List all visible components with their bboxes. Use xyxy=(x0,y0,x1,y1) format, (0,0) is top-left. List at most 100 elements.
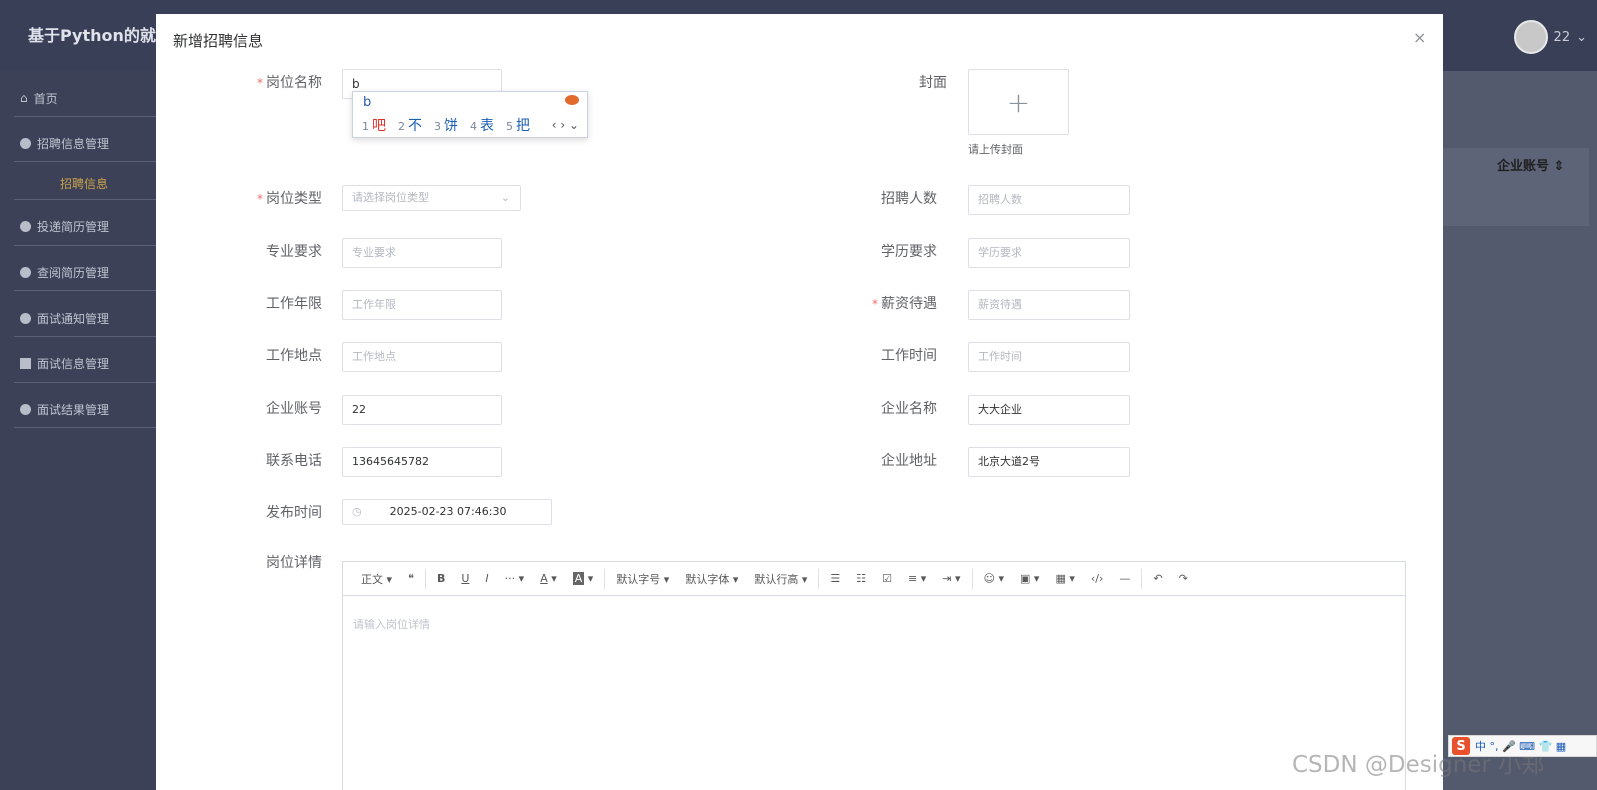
italic-icon[interactable]: I xyxy=(477,572,496,585)
editor-placeholder[interactable]: 请输入岗位详情 xyxy=(353,616,430,632)
bullet-list-icon[interactable]: ☰ xyxy=(822,572,848,585)
ime-candidate[interactable]: 3饼 xyxy=(434,115,458,135)
close-icon[interactable]: × xyxy=(1413,28,1426,47)
ime-page-nav[interactable]: ‹ › ⌄ xyxy=(552,118,579,132)
major-input[interactable]: 专业要求 xyxy=(342,238,502,268)
sidebar-item-interview-info[interactable]: 面试信息管理 xyxy=(20,348,156,378)
ime-candidate-popup: b 1吧 2不 3饼 4表 5把 ‹ › ⌄ xyxy=(352,91,588,138)
underline-icon[interactable]: U xyxy=(453,572,477,585)
clock-icon: ◷ xyxy=(352,505,362,518)
divider xyxy=(14,382,156,383)
company-account-label: 企业账号 xyxy=(266,401,322,417)
headcount-input[interactable]: 招聘人数 xyxy=(968,185,1130,215)
phone-label: 联系电话 xyxy=(266,453,322,469)
ime-status-icons: 中 °, 🎤 ⌨ 👕 ▦ xyxy=(1475,740,1567,753)
paragraph-select[interactable]: 正文 ▾ xyxy=(353,571,400,587)
education-label: 学历要求 xyxy=(881,244,937,260)
company-account-input[interactable]: 22 xyxy=(342,395,502,425)
app-title: 基于Python的就 xyxy=(28,26,156,45)
ime-candidate[interactable]: 4表 xyxy=(470,115,494,135)
cover-label: 封面 xyxy=(919,75,947,91)
salary-label: * 薪资待遇 xyxy=(872,296,937,312)
undo-icon[interactable]: ↶ xyxy=(1145,572,1170,585)
redo-icon[interactable]: ↷ xyxy=(1171,572,1196,585)
divider-icon[interactable]: — xyxy=(1111,572,1138,585)
location-input[interactable]: 工作地点 xyxy=(342,342,502,372)
bg-color-icon[interactable]: A ▾ xyxy=(565,572,602,585)
rich-text-editor: 正文 ▾ ❝ B U I ··· ▾ A ▾ A ▾ 默认字号 ▾ 默认字体 ▾… xyxy=(342,561,1406,790)
font-family-select[interactable]: 默认字体 ▾ xyxy=(677,571,746,587)
company-address-label: 企业地址 xyxy=(881,453,937,469)
ime-preedit: b xyxy=(363,95,372,110)
plus-icon: + xyxy=(1006,85,1031,119)
dot-icon xyxy=(20,312,31,324)
company-address-input[interactable]: 北京大道2号 xyxy=(968,447,1130,477)
table-icon[interactable]: ▦ ▾ xyxy=(1047,572,1082,585)
company-name-label: 企业名称 xyxy=(881,401,937,417)
bold-icon[interactable]: B xyxy=(429,572,453,585)
divider xyxy=(14,245,156,246)
todo-icon[interactable]: ☑ xyxy=(874,572,900,585)
headcount-label: 招聘人数 xyxy=(881,191,937,207)
salary-input[interactable]: 薪资待遇 xyxy=(968,290,1130,320)
company-name-input[interactable]: 大大企业 xyxy=(968,395,1130,425)
font-size-select[interactable]: 默认字号 ▾ xyxy=(608,571,677,587)
sidebar-item-job-info[interactable]: 招聘信息 xyxy=(20,168,156,198)
dot-icon xyxy=(20,137,31,149)
ime-candidate[interactable]: 2不 xyxy=(398,115,422,135)
divider xyxy=(424,568,426,589)
emoji-icon[interactable]: ☺ ▾ xyxy=(976,572,1013,585)
divider xyxy=(971,568,973,589)
cover-upload[interactable]: + xyxy=(968,69,1069,135)
username: 22 xyxy=(1553,29,1571,45)
publish-time-picker[interactable]: ◷ 2025-02-23 07:46:30 xyxy=(342,499,552,525)
quote-icon[interactable]: ❝ xyxy=(400,572,422,585)
sidebar-item-job-manage[interactable]: 招聘信息管理 xyxy=(20,128,156,158)
sidebar: ⌂ 首页 招聘信息管理 招聘信息 投递简历管理 查阅简历管理 面试通知管理 面试… xyxy=(0,71,156,790)
ime-status-bar[interactable]: S 中 °, 🎤 ⌨ 👕 ▦ xyxy=(1448,735,1597,757)
ime-candidate[interactable]: 5把 xyxy=(506,115,530,135)
sidebar-item-home[interactable]: ⌂ 首页 xyxy=(20,83,156,113)
home-icon: ⌂ xyxy=(20,91,28,105)
work-time-input[interactable]: 工作时间 xyxy=(968,342,1130,372)
chevron-down-icon: ⌄ xyxy=(500,191,510,204)
sidebar-item-interview-result[interactable]: 面试结果管理 xyxy=(20,394,156,424)
align-icon[interactable]: ≡ ▾ xyxy=(900,572,934,585)
line-height-select[interactable]: 默认行高 ▾ xyxy=(746,571,815,587)
work-time-label: 工作时间 xyxy=(881,348,937,364)
divider xyxy=(14,427,156,428)
avatar[interactable] xyxy=(1513,20,1548,54)
column-header-company-account[interactable]: 企业账号 ⇕ xyxy=(1497,155,1564,174)
education-input[interactable]: 学历要求 xyxy=(968,238,1130,268)
sidebar-item-interview-notice[interactable]: 面试通知管理 xyxy=(20,303,156,333)
ime-candidates: 1吧 2不 3饼 4表 5把 xyxy=(362,115,530,135)
phone-input[interactable]: 13645645782 xyxy=(342,447,502,477)
divider xyxy=(14,336,156,337)
dot-icon xyxy=(20,220,31,232)
divider xyxy=(14,290,156,291)
work-years-label: 工作年限 xyxy=(266,296,322,312)
sidebar-item-resume-submit[interactable]: 投递简历管理 xyxy=(20,211,156,241)
ime-candidate[interactable]: 1吧 xyxy=(362,115,386,135)
sogou-icon xyxy=(565,95,579,105)
divider xyxy=(14,116,156,117)
sidebar-item-resume-view[interactable]: 查阅简历管理 xyxy=(20,257,156,287)
position-name-label: * 岗位名称 xyxy=(257,75,322,91)
indent-icon[interactable]: ⇥ ▾ xyxy=(934,572,968,585)
dot-icon xyxy=(20,266,31,278)
code-icon[interactable]: ‹/› xyxy=(1083,572,1112,585)
user-menu[interactable]: 22 ⌄ xyxy=(1513,20,1587,54)
square-icon xyxy=(20,357,31,369)
chevron-down-icon: ⌄ xyxy=(1576,29,1587,45)
location-label: 工作地点 xyxy=(266,348,322,364)
details-label: 岗位详情 xyxy=(266,555,322,571)
work-years-input[interactable]: 工作年限 xyxy=(342,290,502,320)
position-type-select[interactable]: 请选择岗位类型 ⌄ xyxy=(342,185,521,211)
image-icon[interactable]: ▣ ▾ xyxy=(1012,572,1047,585)
font-color-icon[interactable]: A ▾ xyxy=(532,572,565,585)
more-icon[interactable]: ··· ▾ xyxy=(497,572,533,585)
sogou-logo-icon: S xyxy=(1452,737,1470,755)
add-job-dialog: 新增招聘信息 × * 岗位名称 b 封面 + 请上传封面 * 岗位类型 请选择岗位类… xyxy=(156,14,1443,790)
divider xyxy=(14,161,156,162)
numbered-list-icon[interactable]: ☷ xyxy=(848,572,874,585)
